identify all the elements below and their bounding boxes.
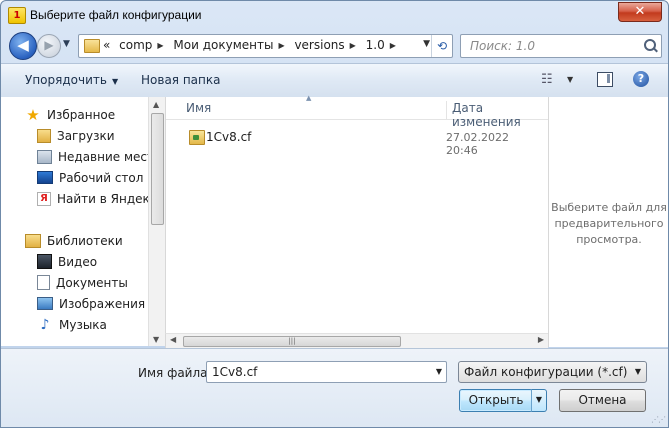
forward-button[interactable]: ▶ (37, 34, 61, 58)
file-list: ▲ Имя Дата изменения 1Cv8.cf 27.02.2022 … (165, 94, 548, 333)
chevron-down-icon: ▼ (634, 367, 641, 376)
scroll-right-icon[interactable]: ▶ (538, 335, 544, 344)
file-list-horizontal-scrollbar[interactable]: ◀ ||| ▶ (165, 333, 548, 348)
scroll-down-icon[interactable]: ▼ (153, 335, 159, 344)
title-bar: 1 Выберите файл конфигурации ✕ (1, 1, 668, 29)
window-title: Выберите файл конфигурации (30, 8, 202, 22)
yandex-icon: Я (37, 191, 51, 206)
images-icon (37, 297, 53, 310)
search-icon (644, 39, 656, 51)
sidebar-item-images[interactable]: Изображения (37, 295, 145, 314)
file-type-select[interactable]: Файл конфигурации (*.cf) ▼ (458, 361, 647, 383)
sidebar-item-label: Найти в Яндексе (57, 192, 148, 206)
search-input[interactable]: Поиск: 1.0 (460, 34, 662, 58)
downloads-folder-icon (37, 128, 51, 143)
preview-message: Выберите файл для предварительного просм… (551, 201, 667, 246)
sidebar-item-label: Избранное (47, 108, 116, 122)
organize-menu-button[interactable]: Упорядочить ▼ (25, 73, 118, 87)
navigation-pane-scrollbar[interactable]: ▲ ▼ (148, 97, 165, 346)
cancel-button[interactable]: Отмена (559, 389, 646, 412)
music-icon: ♪ (40, 316, 50, 333)
open-button[interactable]: Открыть (459, 389, 533, 412)
sidebar-item-label: Изображения (59, 297, 146, 311)
breadcrumb-separator-icon[interactable]: ▶ (390, 41, 396, 50)
sidebar-item-recent-places[interactable]: Недавние места (37, 148, 148, 167)
star-icon: ★ (26, 105, 40, 124)
sidebar-item-favorites[interactable]: ★ Избранное (25, 106, 115, 125)
address-dropdown-icon[interactable]: ▼ (423, 39, 430, 49)
sidebar-item-music[interactable]: ♪ Музыка (37, 316, 107, 335)
back-button[interactable]: ◀ (9, 32, 37, 60)
scrollbar-thumb[interactable] (151, 113, 164, 225)
search-placeholder: Поиск: 1.0 (470, 39, 535, 53)
navigation-bar: ◀ ▶ ▼ « comp ▶ Мои документы ▶ versions ▶ 1… (1, 29, 668, 63)
desktop-icon (37, 171, 53, 184)
breadcrumb-separator-icon[interactable]: ▶ (350, 41, 356, 50)
sidebar-item-label: Документы (56, 276, 128, 290)
resize-grip-icon[interactable]: ⋰⋰ (651, 415, 666, 424)
filename-input[interactable]: 1Cv8.cf ▼ (206, 361, 447, 383)
recent-places-icon (37, 149, 52, 164)
scroll-up-icon[interactable]: ▲ (153, 100, 159, 109)
file-open-dialog: 1 Выберите файл конфигурации ✕ ◀ ▶ ▼ « c… (0, 0, 669, 428)
column-header: ▲ Имя Дата изменения (166, 94, 548, 129)
breadcrumb-item[interactable]: versions (294, 38, 344, 52)
dialog-footer: Имя файла: 1Cv8.cf ▼ Файл конфигурации (… (1, 348, 668, 427)
breadcrumb-overflow[interactable]: « (103, 38, 110, 52)
sidebar-item-desktop[interactable]: Рабочий стол (37, 169, 143, 188)
chevron-down-icon: ▼ (111, 77, 119, 86)
libraries-icon (25, 233, 41, 248)
documents-icon (37, 275, 50, 290)
sidebar-item-video[interactable]: Видео (37, 253, 97, 272)
folder-icon (84, 39, 100, 53)
preview-pane-toggle-icon[interactable] (597, 72, 613, 87)
sidebar-item-documents[interactable]: Документы (37, 274, 128, 293)
navigation-pane: ★ Избранное Загрузки Недавние места Рабоч… (1, 97, 148, 346)
filename-label: Имя файла: (138, 366, 212, 380)
recent-pages-dropdown-icon[interactable]: ▼ (63, 39, 70, 49)
sort-ascending-icon: ▲ (306, 94, 312, 102)
breadcrumb: « comp ▶ Мои документы ▶ versions ▶ 1.0 ▶ (103, 38, 402, 52)
breadcrumb-item[interactable]: Мои документы (173, 38, 273, 52)
video-icon (37, 254, 52, 269)
view-mode-icon[interactable]: ☷ (541, 72, 553, 87)
command-toolbar: Упорядочить ▼ Новая папка ☷ ▼ ? (1, 63, 668, 98)
close-button[interactable]: ✕ (618, 2, 662, 22)
address-bar[interactable]: « comp ▶ Мои документы ▶ versions ▶ 1.0 ▶ ▼ … (78, 34, 453, 58)
new-folder-button[interactable]: Новая папка (141, 73, 220, 87)
help-icon[interactable]: ? (633, 71, 649, 87)
column-header-date[interactable]: Дата изменения (446, 101, 548, 129)
configuration-file-icon (189, 130, 205, 145)
scroll-left-icon[interactable]: ◀ (170, 335, 176, 344)
scrollbar-thumb[interactable]: ||| (183, 336, 401, 347)
breadcrumb-separator-icon[interactable]: ▶ (157, 41, 163, 50)
file-date: 27.02.2022 20:46 (446, 131, 509, 157)
sidebar-item-label: Видео (58, 255, 98, 269)
file-name: 1Cv8.cf (206, 130, 252, 144)
file-row[interactable]: 1Cv8.cf 27.02.2022 20:46 (184, 129, 540, 157)
chevron-down-icon[interactable]: ▼ (436, 367, 442, 376)
sidebar-item-yandex[interactable]: Я Найти в Яндексе (37, 190, 148, 209)
breadcrumb-item[interactable]: comp (119, 38, 152, 52)
app-1c-icon: 1 (8, 7, 26, 24)
preview-pane: Выберите файл для предварительного просм… (548, 97, 668, 347)
column-header-name[interactable]: Имя (186, 101, 211, 115)
sidebar-item-label: Рабочий стол (59, 171, 144, 185)
file-type-value: Файл конфигурации (*.cf) (464, 365, 628, 379)
organize-label: Упорядочить (25, 73, 107, 87)
open-options-dropdown-icon[interactable]: ▼ (531, 389, 547, 412)
sidebar-item-label: Недавние места (58, 150, 148, 164)
refresh-icon[interactable]: ⟲ (431, 35, 452, 57)
sidebar-item-label: Библиотеки (47, 234, 123, 248)
breadcrumb-item[interactable]: 1.0 (366, 38, 385, 52)
sidebar-item-libraries[interactable]: Библиотеки (25, 232, 123, 251)
sidebar-item-label: Музыка (59, 318, 107, 332)
sidebar-item-label: Загрузки (57, 129, 115, 143)
view-mode-dropdown-icon[interactable]: ▼ (567, 75, 573, 84)
sidebar-item-downloads[interactable]: Загрузки (37, 127, 115, 146)
filename-value: 1Cv8.cf (212, 365, 258, 379)
breadcrumb-separator-icon[interactable]: ▶ (278, 41, 284, 50)
